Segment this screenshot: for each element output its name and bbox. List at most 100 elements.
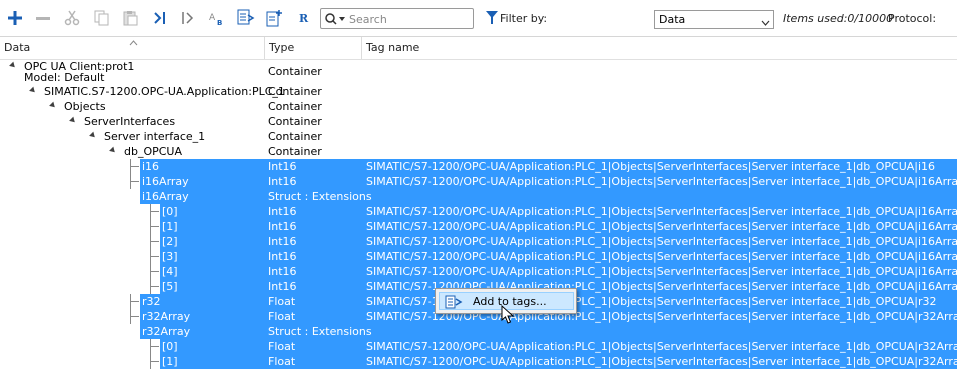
mouse-cursor-icon: [501, 304, 515, 328]
collapse-icon[interactable]: [178, 8, 198, 28]
add-to-tags-icon[interactable]: [236, 8, 256, 28]
expand-arrow-icon[interactable]: [89, 131, 97, 140]
remove-icon[interactable]: [33, 8, 53, 28]
tree-node-type: Int16: [268, 280, 297, 293]
tree-node-label: [5]: [162, 280, 178, 293]
tree-node-label: SIMATIC.S7-1200.OPC-UA.Application:PLC_1: [44, 85, 285, 98]
tree-row[interactable]: OPC UA Client:prot1 Model: Default Contain…: [0, 59, 957, 84]
cut-icon[interactable]: [62, 8, 82, 28]
tree-row[interactable]: [2] Int16 SIMATIC/S7-1200/OPC-UA/Applicati…: [0, 234, 957, 249]
search-placeholder: Search: [349, 13, 387, 26]
refresh-icon[interactable]: R: [294, 8, 314, 28]
search-icon: [324, 12, 346, 29]
tree-node-type: Float: [268, 355, 296, 368]
filter-select[interactable]: Data: [654, 10, 774, 29]
copy-icon[interactable]: [91, 8, 111, 28]
tree-node-label: [0]: [162, 340, 178, 353]
tree-row[interactable]: [0] Int16 SIMATIC/S7-1200/OPC-UA/Applicati…: [0, 204, 957, 219]
tree-node-type: Float: [268, 310, 296, 323]
tree-node-label: [4]: [162, 265, 178, 278]
tree-node-type: Int16: [268, 265, 297, 278]
tree-node-label: r32Array: [142, 325, 191, 338]
tree-node-type: Int16: [268, 205, 297, 218]
tree-node-tag-name: SIMATIC/S7-1200/OPC-UA/Application:PLC_1…: [366, 355, 957, 368]
tree-node-type: Float: [268, 340, 296, 353]
tree-row[interactable]: Server interface_1 Container: [0, 129, 957, 144]
column-divider[interactable]: [264, 37, 265, 59]
tree-node-label: Server interface_1: [104, 130, 206, 143]
selection-highlight: [140, 189, 957, 204]
tree-row[interactable]: i16 Int16 SIMATIC/S7-1200/OPC-UA/Applicati…: [0, 159, 957, 174]
tree-row[interactable]: [1] Float SIMATIC/S7-1200/OPC-UA/Applicati…: [0, 354, 957, 369]
rename-icon[interactable]: AB: [207, 8, 227, 28]
tree-node-label: r32: [142, 295, 161, 308]
add-icon[interactable]: [5, 8, 25, 28]
tree-node-type: Int16: [268, 175, 297, 188]
tree-connector: [130, 166, 139, 167]
expand-arrow-icon[interactable]: [69, 116, 77, 125]
tree-connector: [150, 241, 159, 242]
tree-row[interactable]: Objects Container: [0, 99, 957, 114]
tree-node-tag-name: SIMATIC/S7-1200/OPC-UA/Application:PLC_1…: [366, 205, 957, 218]
tree-connector: [150, 361, 159, 362]
tree-node-sublabel: Model: Default: [24, 71, 105, 84]
column-data[interactable]: Data: [4, 41, 30, 54]
tree-node-type: Float: [268, 295, 296, 308]
tree-node-label: [1]: [162, 220, 178, 233]
tree-node-label: r32Array: [142, 310, 191, 323]
tree-row[interactable]: r32Array Struct : Extensions: [0, 324, 957, 339]
tree-node-label: Objects: [64, 100, 106, 113]
tree-row[interactable]: db_OPCUA Container: [0, 144, 957, 159]
tree-node-type: Int16: [268, 250, 297, 263]
sort-indicator-icon: [129, 36, 138, 49]
add-to-tags-icon: [445, 295, 463, 312]
tree-connector: [130, 181, 139, 182]
expand-arrow-icon[interactable]: [127, 191, 135, 200]
tree-node-tag-name: SIMATIC/S7-1200/OPC-UA/Application:PLC_1…: [366, 175, 957, 188]
expand-arrow-icon[interactable]: [49, 101, 57, 110]
tree-row[interactable]: i16Array Int16 SIMATIC/S7-1200/OPC-UA/Appl…: [0, 174, 957, 189]
expand-arrow-icon[interactable]: [127, 326, 135, 335]
expand-arrow-icon[interactable]: [109, 146, 117, 155]
tree-row[interactable]: ServerInterfaces Container: [0, 114, 957, 129]
tree-node-label: i16Array: [142, 175, 189, 188]
tree-node-tag-name: SIMATIC/S7-1200/OPC-UA/Application:PLC_1…: [366, 340, 957, 353]
tree-node-type: Container: [268, 85, 322, 98]
tree-node-type: Container: [268, 100, 322, 113]
tree-node-label: [1]: [162, 355, 178, 368]
tree-row[interactable]: [4] Int16 SIMATIC/S7-1200/OPC-UA/Applicati…: [0, 264, 957, 279]
column-divider[interactable]: [361, 37, 362, 59]
expand-icon[interactable]: [150, 8, 170, 28]
tree-connector: [150, 286, 159, 287]
search-input[interactable]: Search: [320, 8, 474, 29]
tree-connector: [150, 226, 159, 227]
column-type[interactable]: Type: [269, 41, 294, 54]
tree-node-label: [0]: [162, 205, 178, 218]
tree-row[interactable]: [1] Int16 SIMATIC/S7-1200/OPC-UA/Applicati…: [0, 219, 957, 234]
tree-node-tag-name: SIMATIC/S7-1200/OPC-UA/Application:PLC_1…: [366, 235, 957, 248]
tree-node-type: Container: [268, 130, 322, 143]
tree-node-type: Container: [268, 145, 322, 158]
tree-node-tag-name: SIMATIC/S7-1200/OPC-UA/Application:PLC_1…: [366, 265, 957, 278]
expand-arrow-icon[interactable]: [29, 86, 37, 95]
add-all-tags-icon[interactable]: [265, 8, 285, 28]
tree-node-tag-name: SIMATIC/S7-1200/OPC-UA/Application:PLC_1…: [366, 220, 957, 233]
paste-icon[interactable]: [120, 8, 140, 28]
items-used: Items used:0/10000: [783, 12, 894, 25]
tree-connector: [130, 301, 139, 302]
column-tag-name[interactable]: Tag name: [366, 41, 419, 54]
tree-row[interactable]: i16Array Struct : Extensions: [0, 189, 957, 204]
tree-node-label: [3]: [162, 250, 178, 263]
tree-node-type: Container: [268, 65, 322, 78]
filter-icon[interactable]: [486, 11, 498, 28]
tree-row[interactable]: [0] Float SIMATIC/S7-1200/OPC-UA/Applicati…: [0, 339, 957, 354]
tree-row[interactable]: SIMATIC.S7-1200.OPC-UA.Application:PLC_1…: [0, 84, 957, 99]
tree-row[interactable]: [3] Int16 SIMATIC/S7-1200/OPC-UA/Applicati…: [0, 249, 957, 264]
tree-node-label: db_OPCUA: [124, 145, 183, 158]
tree-node-type: Int16: [268, 235, 297, 248]
tree-node-type: Int16: [268, 160, 297, 173]
tree-connector: [150, 211, 159, 212]
svg-text:A: A: [209, 13, 216, 23]
tree-node-tag-name: SIMATIC/S7-1200/OPC-UA/Application:PLC_1…: [366, 250, 957, 263]
expand-arrow-icon[interactable]: [9, 61, 17, 70]
